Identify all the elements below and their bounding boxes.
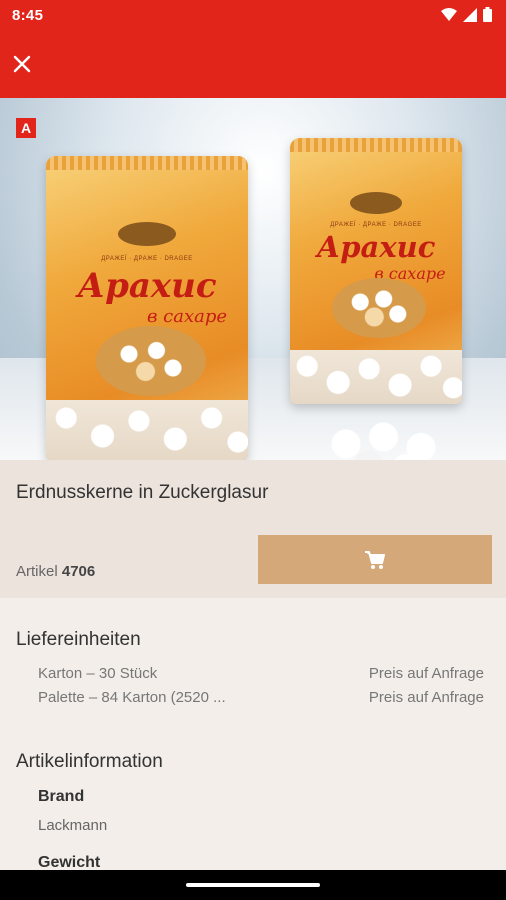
product-badge: A	[16, 118, 36, 138]
package-nuts	[46, 400, 248, 460]
package-right: ДРАЖЕЇ · ДРАЖЕ · DRAGEE Арахис в сахаре	[290, 138, 462, 404]
delivery-unit-price: Preis auf Anfrage	[368, 665, 484, 682]
close-button[interactable]	[8, 50, 36, 78]
info-value-brand: Lackmann	[38, 817, 108, 834]
package-dish	[332, 278, 426, 338]
package-seal	[290, 138, 462, 152]
delivery-unit-label: Palette – 84 Karton (2520 ...	[38, 689, 226, 706]
delivery-unit-row: Palette – 84 Karton (2520 ... Preis auf …	[38, 689, 484, 706]
close-icon	[13, 55, 31, 73]
navigation-bar	[0, 870, 506, 900]
delivery-unit-label: Karton – 30 Stück	[38, 665, 158, 682]
product-image: A ДРАЖЕЇ · ДРАЖЕ · DRAGEE Арахис в сахар…	[0, 98, 506, 460]
signal-icon	[463, 7, 477, 22]
package-nuts	[290, 350, 462, 404]
status-bar: 8:45	[0, 0, 506, 32]
info-label-brand: Brand	[38, 788, 85, 805]
add-to-cart-button[interactable]	[258, 535, 492, 584]
article-info-title: Artikelinformation	[16, 751, 163, 772]
package-logo	[350, 192, 402, 214]
package-dish	[96, 326, 206, 396]
app-bar	[0, 32, 506, 98]
home-handle[interactable]	[186, 883, 320, 887]
product-summary: Erdnusskerne in Zuckerglasur Artikel 470…	[0, 460, 506, 598]
status-time: 8:45	[12, 7, 44, 24]
package-small-text: ДРАЖЕЇ · ДРАЖЕ · DRAGEE	[101, 256, 193, 262]
package-small-text: ДРАЖЕЇ · ДРАЖЕ · DRAGEE	[330, 222, 422, 228]
status-icons	[441, 7, 492, 22]
battery-icon	[483, 7, 492, 22]
package-title: Арахис	[316, 230, 436, 264]
article-label: Artikel	[16, 563, 58, 580]
package-subtitle: в сахаре	[146, 306, 228, 327]
product-name: Erdnusskerne in Zuckerglasur	[16, 482, 269, 503]
product-details: Liefereinheiten Karton – 30 Stück Preis …	[0, 598, 506, 870]
info-label-weight: Gewicht	[38, 854, 101, 870]
delivery-unit-row: Karton – 30 Stück Preis auf Anfrage	[38, 665, 484, 682]
package-logo	[118, 222, 176, 246]
article-value: 4706	[61, 563, 96, 580]
article-number: Artikel 4706	[16, 563, 95, 580]
delivery-units-title: Liefereinheiten	[16, 629, 141, 650]
cart-icon	[365, 550, 385, 569]
package-left: ДРАЖЕЇ · ДРАЖЕ · DRAGEE Арахис в сахаре	[46, 156, 248, 460]
wifi-icon	[441, 7, 457, 21]
package-seal	[46, 156, 248, 170]
package-title: Арахис	[77, 266, 217, 306]
delivery-unit-price: Preis auf Anfrage	[368, 689, 484, 706]
